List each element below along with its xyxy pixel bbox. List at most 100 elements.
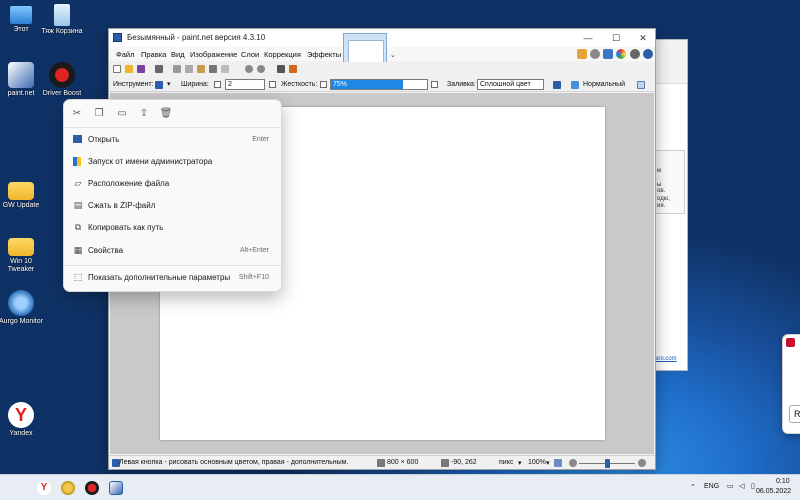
recycle-bin-icon <box>54 4 70 26</box>
desktop-icon-driver-booster[interactable]: Driver Boost <box>38 62 86 98</box>
fill-select[interactable]: Сплошной цвет <box>477 79 544 90</box>
width-decrease-button[interactable] <box>214 81 221 88</box>
settings-icon[interactable] <box>630 49 640 59</box>
context-item-label: Расположение файла <box>88 179 170 188</box>
battery-icon[interactable]: ▯ <box>751 482 755 490</box>
folder-icon <box>8 182 34 200</box>
help-icon[interactable] <box>643 49 653 59</box>
cut-icon[interactable] <box>173 65 181 73</box>
redo-icon[interactable] <box>257 65 265 73</box>
background-text-line: ия. <box>657 203 666 209</box>
tray-overflow-icon[interactable]: ⌃ <box>690 483 696 491</box>
clock-time[interactable]: 0:10 <box>776 478 790 485</box>
desktop-icon-gw-update[interactable]: GW Update <box>0 178 45 210</box>
menu-image[interactable]: Изображение <box>190 50 237 59</box>
volume-icon[interactable]: ◁ <box>739 482 744 490</box>
desktop-icon-label: Yandex <box>9 430 33 437</box>
language-indicator[interactable]: ENG <box>704 483 719 490</box>
context-item-file-location[interactable]: ▱ Расположение файла <box>68 174 277 194</box>
width-label: Ширина: <box>181 81 209 88</box>
background-link[interactable]: aro.com <box>655 356 677 362</box>
ruler-icon[interactable] <box>289 65 297 73</box>
context-item-label: Свойства <box>88 246 124 255</box>
paintnet-taskbar-icon[interactable] <box>109 481 123 495</box>
zoom-in-icon[interactable] <box>638 459 646 467</box>
zoom-slider-thumb[interactable] <box>605 459 610 468</box>
width-increase-button[interactable] <box>269 81 276 88</box>
thumbnail-dropdown-icon[interactable]: ⌄ <box>390 51 396 59</box>
context-item-copy-as-path[interactable]: ⧉ Копировать как путь <box>68 218 277 238</box>
admin-shield-icon <box>73 157 81 166</box>
open-file-icon[interactable] <box>125 65 133 73</box>
desktop-icon-win10-tweaker[interactable]: Win 10 Tweaker <box>0 234 45 274</box>
alpha-blending-icon[interactable] <box>637 81 645 89</box>
menu-effects[interactable]: Эффекты <box>307 50 341 59</box>
antialiasing-icon[interactable] <box>553 81 561 89</box>
units-dropdown-icon[interactable]: ▾ <box>518 459 522 467</box>
zoom-value[interactable]: 100% <box>528 459 546 466</box>
units-select[interactable]: пикс <box>499 459 513 466</box>
driver-booster-icon[interactable] <box>85 481 99 495</box>
desktop-icon-aurgo-monitor[interactable]: Aurgo Monitor <box>0 290 45 326</box>
context-item-shortcut: Shift+F10 <box>238 274 269 281</box>
yandex-browser-icon[interactable]: Y <box>37 481 51 495</box>
share-icon[interactable]: ⇪ <box>137 107 151 121</box>
tool-dropdown-icon[interactable]: ▾ <box>167 80 171 88</box>
copy-icon[interactable] <box>185 65 193 73</box>
image-size: 800 × 600 <box>387 459 419 466</box>
hardness-decrease-button[interactable] <box>320 81 327 88</box>
history-icon[interactable] <box>590 49 600 59</box>
maximize-button[interactable]: ☐ <box>603 31 629 45</box>
minimize-button[interactable]: — <box>575 31 601 45</box>
menu-adjustments[interactable]: Коррекция <box>264 50 301 59</box>
desktop-icon-yandex[interactable]: Y Yandex <box>0 402 45 438</box>
desktop-icon-recycle-bin[interactable]: Тяж Корзина <box>38 4 86 36</box>
delete-icon[interactable]: 🗑 <box>159 107 173 121</box>
context-item-compress-zip[interactable]: ▤ Сжать в ZIP-файл <box>68 196 277 216</box>
hardness-increase-button[interactable] <box>431 81 438 88</box>
zoom-dropdown-icon[interactable]: ▾ <box>546 459 550 467</box>
status-bar: Левая кнопка - рисовать основным цветом,… <box>109 455 655 469</box>
clock-date[interactable]: 06.05.2022 <box>756 488 791 495</box>
print-icon[interactable] <box>155 65 163 73</box>
deselect-icon[interactable] <box>221 65 229 73</box>
taskbar-app-icon[interactable] <box>61 481 75 495</box>
context-item-properties[interactable]: ▦ Свойства Alt+Enter <box>68 241 277 261</box>
copy-icon[interactable]: ❐ <box>92 107 106 121</box>
colors-icon[interactable] <box>616 49 626 59</box>
hardness-slider[interactable]: 75% <box>330 79 428 90</box>
new-file-icon[interactable] <box>113 65 121 73</box>
context-item-more-options[interactable]: ⬚ Показать дополнительные параметры Shif… <box>68 268 277 288</box>
notification-toast[interactable]: R <box>782 334 800 434</box>
blend-mode-icon[interactable] <box>571 81 579 89</box>
tools-icon[interactable] <box>577 49 587 59</box>
zoom-to-window-icon[interactable] <box>554 459 562 467</box>
open-icon <box>73 135 82 143</box>
close-button[interactable]: ✕ <box>630 31 656 45</box>
grid-icon[interactable] <box>277 65 285 73</box>
menu-layers[interactable]: Слои <box>241 50 259 59</box>
zoom-out-icon[interactable] <box>569 459 577 467</box>
menu-edit[interactable]: Правка <box>141 50 166 59</box>
undo-icon[interactable] <box>245 65 253 73</box>
notification-button[interactable]: R <box>789 405 800 423</box>
width-input[interactable]: 2 <box>225 79 265 90</box>
context-item-run-as-admin[interactable]: Запуск от имени администратора <box>68 152 277 172</box>
crop-icon[interactable] <box>209 65 217 73</box>
save-icon[interactable] <box>137 65 145 73</box>
properties-icon: ▦ <box>73 245 83 255</box>
paste-icon[interactable] <box>197 65 205 73</box>
layers-icon[interactable] <box>603 49 613 59</box>
rename-icon[interactable]: ▭ <box>115 107 129 121</box>
cut-icon[interactable]: ✂ <box>70 107 84 121</box>
context-item-label: Сжать в ZIP-файл <box>88 201 156 210</box>
blend-mode-select[interactable]: Нормальный <box>583 81 625 88</box>
context-item-shortcut: Alt+Enter <box>240 247 269 254</box>
menu-file[interactable]: Файл <box>116 50 134 59</box>
context-item-label: Показать дополнительные параметры <box>88 273 231 282</box>
menu-view[interactable]: Вид <box>171 50 185 59</box>
brush-tool-icon[interactable] <box>155 81 163 89</box>
context-item-open[interactable]: Открыть Enter <box>68 130 277 150</box>
network-icon[interactable]: ▭ <box>727 482 734 490</box>
taskbar: Y ⌃ ENG ▭ ◁ ▯ 0:10 06.05.2022 <box>0 474 800 500</box>
